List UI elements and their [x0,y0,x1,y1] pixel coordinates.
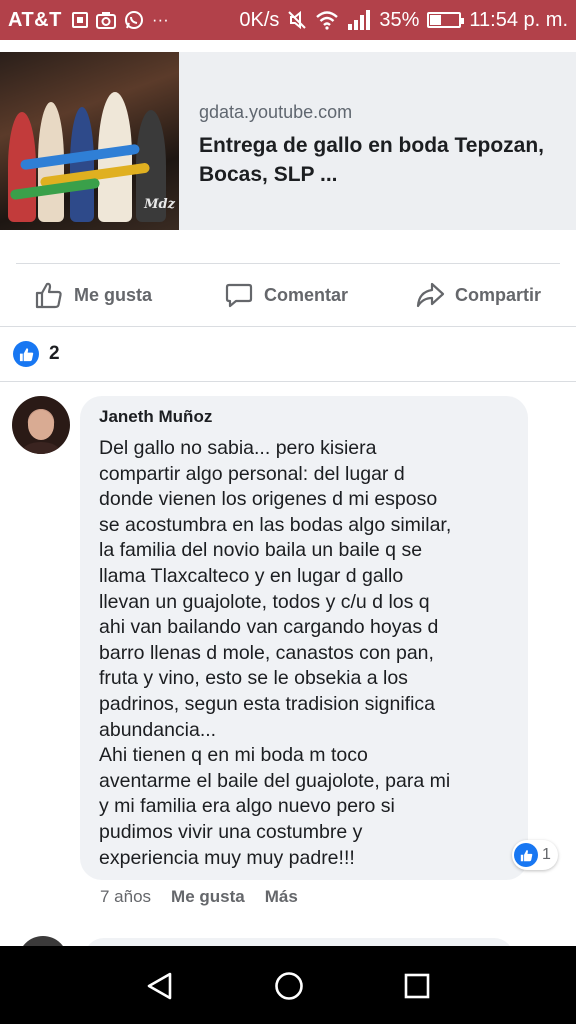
mute-icon [288,10,307,30]
avatar[interactable] [12,396,70,454]
recent-apps-button[interactable] [401,970,433,1002]
divider [0,381,576,382]
post-actions: Me gusta Comentar Compartir [0,264,576,326]
whatsapp-icon [124,11,143,29]
back-button[interactable] [144,970,176,1002]
thumbnail-figure [70,107,94,222]
recent-square-icon [404,973,430,999]
carrier-name: AT&T [8,8,62,31]
sim-icon [71,12,88,28]
link-preview-card[interactable]: Mdz gdata.youtube.com Entrega de gallo e… [0,52,576,230]
comment-like-button[interactable]: Me gusta [171,887,245,907]
like-label: Me gusta [74,284,153,305]
battery-icon [427,12,465,28]
comment-bubble[interactable]: Janeth Muñoz Del gallo no sabia... pero … [80,396,528,880]
like-button[interactable]: Me gusta [34,280,152,310]
back-triangle-icon [147,972,172,1000]
network-speed: 0K/s [239,8,280,31]
wifi-icon [316,11,339,30]
comment-reactions[interactable]: 1 [512,840,558,870]
signal-icon [348,10,371,30]
comment-button[interactable]: Comentar [224,280,348,310]
camera-icon [95,12,116,29]
home-button[interactable] [273,970,305,1002]
reactions-summary[interactable]: 2 [13,341,60,367]
notification-icons: ··· [71,10,169,30]
like-reaction-icon [13,341,39,367]
status-bar: AT&T ··· 0K/s 35% 11:54 p. m. [0,0,576,40]
clock: 11:54 p. m. [469,8,568,31]
comment-icon [225,283,253,308]
comment-text: Del gallo no sabia... pero kisiera compa… [99,437,452,869]
reaction-count: 2 [49,343,60,364]
comment-more-button[interactable]: Más [265,887,298,907]
link-domain: gdata.youtube.com [199,102,353,122]
comment-author[interactable]: Janeth Muñoz [99,407,510,427]
battery-fill [430,15,441,25]
thumbs-up-icon [35,282,62,309]
battery-percent: 35% [379,8,420,31]
share-button[interactable]: Compartir [415,280,541,310]
comment-time[interactable]: 7 años [100,887,151,907]
video-thumbnail[interactable]: Mdz [0,52,179,230]
more-dots-icon: ··· [151,10,169,29]
status-right: 0K/s 35% 11:54 p. m. [239,9,568,32]
link-text[interactable]: gdata.youtube.com Entrega de gallo en bo… [179,52,559,230]
like-reaction-icon [514,843,538,867]
link-title[interactable]: Entrega de gallo en boda Tepozan, Bocas,… [199,131,559,189]
share-label: Compartir [455,284,542,305]
navigation-bar [0,946,576,1024]
home-circle-icon [275,972,303,1000]
divider [0,326,576,327]
share-icon [416,282,445,308]
comment-meta: 7 años Me gusta Más [100,887,298,907]
comment-label: Comentar [264,284,349,305]
thumbnail-watermark: Mdz [144,197,175,212]
comment-reaction-count: 1 [542,846,551,863]
